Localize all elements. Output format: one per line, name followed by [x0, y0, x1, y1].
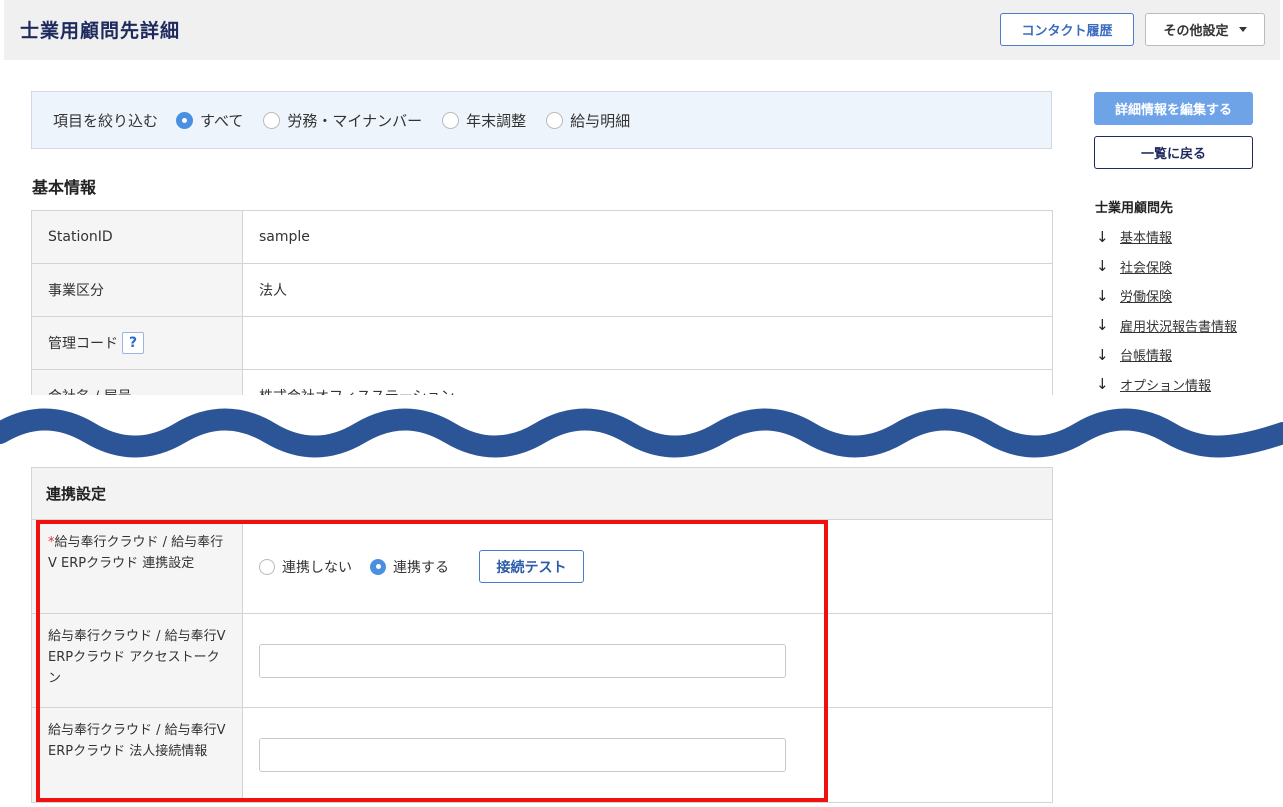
basic-info-table: StationID sample 事業区分 法人 管理コード ? 会社名 / 屋… [31, 210, 1053, 423]
radio-checked-icon [176, 111, 194, 129]
radio-label: 連携しない [282, 559, 352, 576]
table-row: StationID sample [32, 211, 1052, 264]
page-title: 士業用顧問先詳細 [20, 20, 181, 42]
radio-no-integration[interactable]: 連携しない [259, 557, 352, 577]
toc-item-labor-insurance[interactable]: ↓ 労働保険 [1096, 281, 1237, 311]
toc-item-social-insurance[interactable]: ↓ 社会保険 [1096, 252, 1237, 282]
toc-link[interactable]: 基本情報 [1120, 227, 1172, 246]
filter-radio-label: すべて [200, 111, 244, 130]
caret-down-icon [1238, 27, 1247, 32]
row-value-cell: 連携しない 連携する 接続テスト [243, 520, 1052, 613]
row-label: 管理コード [48, 336, 118, 352]
arrow-down-icon: ↓ [1096, 316, 1109, 335]
row-value [243, 317, 1052, 369]
arrow-down-icon: ↓ [1096, 375, 1109, 394]
page-header: 士業用顧問先詳細 コンタクト履歴 その他設定 [4, 0, 1280, 60]
toc-link[interactable]: 雇用状況報告書情報 [1120, 316, 1237, 335]
edit-details-button[interactable]: 詳細情報を編集する [1094, 92, 1253, 125]
radio-label: 連携する [393, 559, 449, 576]
row-value-cell [243, 708, 1052, 802]
row-value: 法人 [259, 283, 287, 299]
row-label: 給与奉行クラウド / 給与奉行V ERPクラウド アクセストークン [32, 614, 243, 707]
row-label: 事業区分 [32, 264, 243, 316]
filter-bar: 項目を絞り込む すべて 労務・マイナンバー 年末調整 給与明細 [31, 91, 1052, 149]
filter-radio-all[interactable]: すべて [176, 110, 243, 131]
row-value-cell [243, 614, 1052, 707]
row-label-cell: 管理コード ? [32, 317, 243, 369]
access-token-input[interactable] [259, 643, 786, 678]
table-row: 給与奉行クラウド / 給与奉行V ERPクラウド 法人接続情報 [32, 708, 1052, 802]
toc-link[interactable]: 台帳情報 [1120, 345, 1172, 364]
filter-radio-label: 年末調整 [466, 111, 527, 130]
filter-label: 項目を絞り込む [53, 111, 159, 130]
help-icon[interactable]: ? [122, 332, 144, 354]
arrow-down-icon: ↓ [1096, 257, 1109, 276]
back-to-list-button[interactable]: 一覧に戻る [1094, 136, 1253, 169]
filter-radio-label: 労務・マイナンバー [287, 111, 423, 130]
arrow-down-icon: ↓ [1096, 345, 1109, 364]
toc-link[interactable]: オプション情報 [1120, 375, 1211, 394]
row-label: 給与奉行クラウド / 給与奉行V ERPクラウド 法人接続情報 [32, 708, 243, 802]
filter-radio-labor[interactable]: 労務・マイナンバー [263, 110, 422, 131]
toc-link[interactable]: 社会保険 [1120, 257, 1172, 276]
filter-radio-year-end[interactable]: 年末調整 [442, 110, 526, 131]
arrow-down-icon: ↓ [1096, 286, 1109, 305]
radio-unchecked-icon [259, 558, 275, 575]
contact-history-button[interactable]: コンタクト履歴 [1000, 13, 1134, 46]
toc-item-employment-report[interactable]: ↓ 雇用状況報告書情報 [1096, 311, 1237, 341]
radio-unchecked-icon [442, 111, 460, 129]
integration-heading: 連携設定 [32, 468, 1052, 520]
other-settings-label: その他設定 [1163, 24, 1229, 39]
filter-radio-payslip[interactable]: 給与明細 [546, 110, 630, 131]
table-row: 事業区分 法人 [32, 264, 1052, 317]
arrow-down-icon: ↓ [1096, 227, 1109, 246]
row-label-cell: *給与奉行クラウド / 給与奉行V ERPクラウド 連携設定 [32, 520, 243, 613]
corporate-connection-input[interactable] [259, 738, 786, 772]
radio-unchecked-icon [263, 111, 281, 129]
row-value: sample [259, 229, 310, 245]
row-label: 給与奉行クラウド / 給与奉行V ERPクラウド 連携設定 [48, 535, 224, 571]
basic-info-heading: 基本情報 [32, 178, 97, 197]
toc-link[interactable]: 労働保険 [1120, 286, 1172, 305]
radio-integrate[interactable]: 連携する [370, 557, 449, 577]
table-row: 管理コード ? [32, 317, 1052, 370]
other-settings-dropdown[interactable]: その他設定 [1145, 13, 1265, 46]
integration-settings-table: 連携設定 *給与奉行クラウド / 給与奉行V ERPクラウド 連携設定 連携しな… [31, 467, 1053, 803]
radio-unchecked-icon [546, 111, 564, 129]
wave-divider [0, 395, 1283, 465]
toc-item-basic[interactable]: ↓ 基本情報 [1096, 222, 1237, 252]
radio-checked-icon [370, 558, 386, 575]
toc-title: 士業用顧問先 [1095, 201, 1174, 216]
connection-test-button[interactable]: 接続テスト [479, 550, 584, 583]
filter-radio-label: 給与明細 [570, 111, 631, 130]
table-row: *給与奉行クラウド / 給与奉行V ERPクラウド 連携設定 連携しない 連携す… [32, 520, 1052, 614]
toc-item-ledger[interactable]: ↓ 台帳情報 [1096, 340, 1237, 370]
row-label: StationID [32, 211, 243, 263]
table-row: 給与奉行クラウド / 給与奉行V ERPクラウド アクセストークン [32, 614, 1052, 708]
